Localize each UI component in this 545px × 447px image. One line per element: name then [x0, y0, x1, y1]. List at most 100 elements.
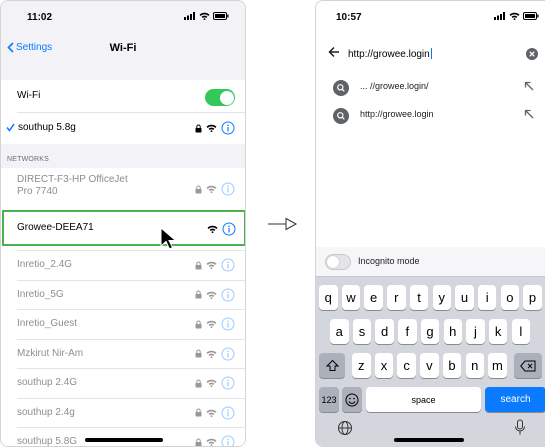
- battery-icon: [213, 12, 229, 20]
- search-icon: [333, 108, 349, 124]
- key-l[interactable]: l: [511, 319, 531, 344]
- space-key[interactable]: space: [366, 387, 481, 412]
- networks-section-header: NETWORKS: [7, 156, 50, 163]
- key-f[interactable]: f: [398, 319, 417, 344]
- wifi-toggle-row: Wi-Fi: [1, 80, 245, 112]
- suggestion-item[interactable]: ... //growee.login/: [316, 75, 545, 101]
- info-icon[interactable]: [222, 222, 236, 236]
- suggestion-item[interactable]: http://growee.login: [316, 103, 545, 129]
- key-d[interactable]: d: [375, 319, 394, 344]
- lock-icon: [195, 379, 202, 387]
- left-phone-wifi-settings: 11:02 Settings Wi-Fi Wi-Fi southup 5.8g: [0, 0, 246, 447]
- info-icon[interactable]: [221, 406, 235, 420]
- network-icons: [195, 258, 235, 272]
- incognito-toggle[interactable]: [325, 254, 351, 270]
- clear-text-icon[interactable]: [525, 47, 539, 61]
- highlighted-network-row[interactable]: Growee-DEEA71: [2, 210, 245, 246]
- network-name-growee: Growee-DEEA71: [17, 222, 94, 233]
- keyboard: Incognito mode qwertyuiop asdfghjkl zxcvbn…: [316, 247, 545, 446]
- fill-arrow-icon[interactable]: [523, 80, 535, 92]
- url-input[interactable]: http://growee.login: [348, 48, 432, 60]
- network-icons: [195, 435, 235, 447]
- search-key[interactable]: search: [485, 387, 545, 412]
- network-row[interactable]: Inretio_2.4G: [1, 250, 245, 280]
- key-y[interactable]: y: [432, 285, 451, 310]
- network-icons: [195, 406, 235, 420]
- key-r[interactable]: r: [387, 285, 406, 310]
- info-icon[interactable]: [221, 435, 235, 447]
- navigation-bar: Settings Wi-Fi: [1, 35, 245, 63]
- fill-arrow-icon[interactable]: [523, 108, 535, 120]
- delete-key[interactable]: [514, 353, 542, 378]
- network-row[interactable]: DIRECT-F3-HP OfficeJet Pro 7740: [1, 168, 245, 208]
- wifi-status-icon: [199, 12, 210, 20]
- connected-network-icons: [195, 121, 235, 135]
- key-t[interactable]: t: [409, 285, 429, 310]
- microphone-icon[interactable]: [514, 419, 526, 436]
- info-icon[interactable]: [221, 121, 235, 135]
- network-name: southup 2.4G: [17, 377, 78, 388]
- emoji-icon: [345, 393, 359, 406]
- globe-icon[interactable]: [337, 420, 353, 436]
- cellular-signal-icon: [494, 12, 505, 20]
- lock-icon: [195, 438, 202, 446]
- network-icons: [195, 317, 235, 331]
- key-e[interactable]: e: [364, 285, 383, 310]
- network-name: DIRECT-F3-HP OfficeJet Pro 7740: [17, 174, 128, 197]
- info-icon[interactable]: [221, 347, 235, 361]
- suggestion-text: ... //growee.login/: [360, 81, 429, 91]
- key-g[interactable]: g: [420, 319, 440, 344]
- url-bar: http://growee.login: [316, 41, 545, 69]
- key-s[interactable]: s: [352, 319, 372, 344]
- network-name: southup 5.8G: [17, 436, 78, 447]
- divider: [17, 309, 245, 310]
- wifi-label: Wi-Fi: [17, 90, 41, 101]
- key-p[interactable]: p: [523, 285, 542, 310]
- key-w[interactable]: w: [341, 285, 361, 310]
- status-time: 10:57: [336, 12, 362, 23]
- network-row[interactable]: Inretio_Guest: [1, 309, 245, 339]
- key-m[interactable]: m: [488, 353, 507, 378]
- status-bar: 10:57: [316, 1, 545, 35]
- lock-icon: [195, 320, 202, 328]
- wifi-toggle[interactable]: [205, 89, 235, 106]
- network-row[interactable]: Mzkirut Nir-Am: [1, 338, 245, 368]
- network-name: Inretio_2.4G: [17, 259, 73, 270]
- key-j[interactable]: j: [466, 319, 485, 344]
- divider: [17, 368, 245, 369]
- network-row[interactable]: southup 2.4g: [1, 397, 245, 427]
- key-q[interactable]: q: [319, 285, 338, 310]
- connected-network-row[interactable]: southup 5.8g: [1, 112, 245, 144]
- lock-icon: [195, 408, 202, 417]
- key-i[interactable]: i: [477, 285, 497, 310]
- key-b[interactable]: b: [442, 353, 462, 378]
- network-name: Inretio_5G: [17, 288, 64, 300]
- network-row[interactable]: southup 5.8G: [1, 427, 245, 447]
- network-row[interactable]: Inretio_5G: [1, 279, 245, 309]
- arrow-left-icon[interactable]: [328, 46, 340, 58]
- key-v[interactable]: v: [420, 353, 439, 378]
- key-k[interactable]: k: [488, 319, 508, 344]
- key-n[interactable]: n: [465, 353, 484, 378]
- divider: [17, 338, 245, 340]
- shift-key[interactable]: [319, 353, 345, 378]
- info-icon[interactable]: [221, 182, 235, 196]
- status-icons: [184, 12, 229, 20]
- emoji-key[interactable]: [342, 387, 362, 412]
- network-icons: [195, 376, 235, 390]
- info-icon[interactable]: [221, 288, 235, 302]
- key-u[interactable]: u: [455, 285, 474, 310]
- info-icon[interactable]: [221, 258, 235, 272]
- key-h[interactable]: h: [443, 319, 462, 344]
- key-a[interactable]: a: [330, 319, 349, 344]
- lock-icon: [195, 124, 202, 132]
- key-z[interactable]: z: [352, 353, 371, 378]
- numbers-key[interactable]: 123: [319, 387, 339, 412]
- wifi-strength-icon: [206, 291, 217, 299]
- key-o[interactable]: o: [500, 285, 520, 310]
- key-x[interactable]: x: [374, 353, 394, 378]
- network-row[interactable]: southup 2.4G: [1, 368, 245, 398]
- info-icon[interactable]: [221, 376, 235, 390]
- info-icon[interactable]: [221, 317, 235, 331]
- key-c[interactable]: c: [397, 353, 416, 378]
